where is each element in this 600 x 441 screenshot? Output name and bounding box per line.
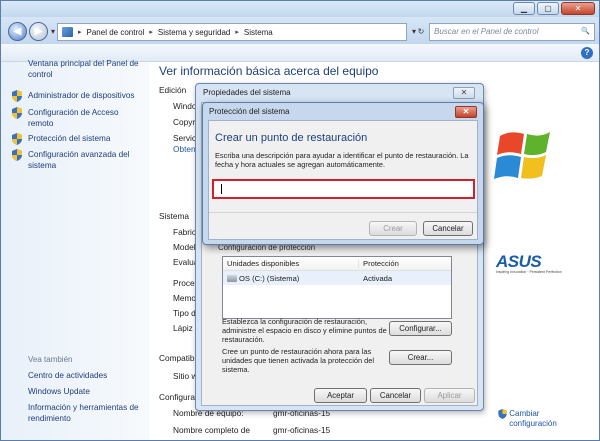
sidebar-item-device-manager[interactable]: Administrador de dispositivos — [12, 90, 144, 102]
see-also-performance[interactable]: Información y herramientas de rendimient… — [28, 402, 144, 424]
breadcrumb-separator-icon: ▸ — [78, 29, 82, 36]
search-placeholder: Buscar en el Panel de control — [434, 27, 539, 36]
system-heading: Sistema — [159, 211, 189, 221]
sidebar-item-remote-access[interactable]: Configuración de Acceso remoto — [12, 107, 144, 129]
see-also-heading: Vea también — [28, 355, 73, 364]
shield-icon — [12, 149, 22, 161]
sidebar-home-link[interactable]: Ventana principal del Panel de control — [28, 58, 144, 80]
text-caret — [221, 184, 222, 194]
shield-icon — [12, 107, 22, 119]
dialog-close-button[interactable]: ✕ — [453, 87, 475, 99]
restore-point-description-input[interactable] — [212, 179, 475, 199]
dialog-body: Crear un punto de restauración Escriba u… — [208, 120, 478, 240]
sidebar-item-advanced-settings[interactable]: Configuración avanzada del sistema — [12, 149, 144, 171]
system-row: Model — [173, 242, 196, 252]
apply-button[interactable]: Aplicar — [424, 388, 475, 403]
shield-icon — [12, 90, 22, 102]
dialog-close-button[interactable]: ✕ — [455, 106, 477, 118]
search-icon[interactable]: 🔍 — [581, 27, 590, 37]
minimize-button[interactable]: ▁ — [513, 2, 535, 15]
see-also-windows-update[interactable]: Windows Update — [28, 386, 144, 397]
close-button[interactable]: ✕ — [561, 2, 595, 15]
search-input[interactable]: Buscar en el Panel de control 🔍 — [429, 23, 595, 41]
create-restore-button[interactable]: Crear... — [389, 350, 452, 365]
page-title: Ver información básica acerca del equipo — [159, 64, 379, 78]
list-item[interactable]: OS (C:) (Sistema) Activada — [223, 271, 451, 285]
full-name-label: Nombre completo de — [173, 425, 251, 435]
shield-icon — [498, 409, 507, 419]
list-header: Unidades disponibles Protección — [223, 257, 451, 271]
maximize-button[interactable]: ▢ — [537, 2, 559, 15]
drives-list[interactable]: Unidades disponibles Protección OS (C:) … — [222, 256, 452, 319]
config-heading: Configura — [159, 392, 195, 402]
get-more-link[interactable]: Obten — [173, 144, 196, 154]
drive-name: OS (C:) (Sistema) — [239, 273, 300, 283]
breadcrumb-separator-icon: ▸ — [149, 29, 153, 36]
ok-button[interactable]: Aceptar — [314, 388, 367, 403]
column-header-drives[interactable]: Unidades disponibles — [223, 259, 359, 268]
control-panel-icon — [62, 27, 73, 37]
system-row: Tipo d — [173, 308, 196, 318]
asus-logo-text: ASUS — [496, 252, 542, 271]
windows-logo-icon — [490, 125, 566, 189]
create-description: Cree un punto de restauración ahora para… — [222, 347, 375, 374]
configure-description: Establezca la configuración de restaurac… — [222, 317, 387, 344]
dialog-title: Propiedades del sistema — [203, 88, 291, 97]
help-icon[interactable]: ? — [581, 47, 593, 59]
refresh-icon[interactable]: ↻ — [415, 23, 427, 41]
configure-button[interactable]: Configurar... — [389, 321, 452, 336]
dialog-heading: Crear un punto de restauración — [215, 132, 368, 144]
divider — [209, 212, 477, 213]
system-row: Memo — [173, 293, 197, 303]
back-button[interactable]: ◀ — [8, 22, 27, 41]
navigation-bar: ◀ ▶ ▾ ▸ Panel de control ▸ Sistema y seg… — [1, 17, 599, 44]
full-name-value: gmr-oficinas-15 — [273, 425, 331, 435]
sidebar-item-label: Configuración de Acceso remoto — [28, 108, 119, 128]
sidebar: Ventana principal del Panel de control A… — [1, 59, 149, 440]
breadcrumb-sistema[interactable]: Sistema — [244, 28, 273, 37]
drive-icon — [227, 274, 237, 282]
address-bar[interactable]: ▸ Panel de control ▸ Sistema y seguridad… — [57, 23, 407, 41]
asus-tagline: Inspiring Innovation · Persistent Perfec… — [496, 270, 562, 274]
sidebar-item-label: Configuración avanzada del sistema — [28, 150, 130, 170]
forward-button[interactable]: ▶ — [29, 22, 48, 41]
shield-icon — [12, 133, 22, 145]
change-settings-label: Cambiar configuración — [509, 409, 557, 428]
title-bar: ▁ ▢ ✕ — [1, 1, 599, 17]
compat-heading: Compatib — [159, 353, 195, 363]
sidebar-item-label: Protección del sistema — [28, 134, 111, 143]
drive-protection-status: Activada — [363, 273, 393, 283]
breadcrumb-separator-icon: ▸ — [235, 29, 239, 36]
sidebar-item-system-protection[interactable]: Protección del sistema — [12, 133, 144, 145]
breadcrumb-panel-de-control[interactable]: Panel de control — [87, 28, 145, 37]
cancel-button[interactable]: Cancelar — [370, 388, 421, 403]
breadcrumb-sistema-y-seguridad[interactable]: Sistema y seguridad — [158, 28, 230, 37]
change-settings-link[interactable]: Cambiar configuración — [498, 409, 569, 429]
edition-row: Windo — [173, 101, 197, 111]
asus-logo: ASUS Inspiring Innovation · Persistent P… — [496, 252, 562, 274]
edition-heading: Edición — [159, 85, 187, 95]
system-protection-dialog: Protección del sistema ✕ Crear un punto … — [202, 102, 484, 245]
sidebar-item-label: Administrador de dispositivos — [28, 91, 135, 100]
cancel-button[interactable]: Cancelar — [423, 221, 473, 236]
edition-row: Copyri — [173, 117, 197, 127]
create-button[interactable]: Crear — [369, 221, 417, 236]
dialog-description: Escriba una descripción para ayudar a id… — [215, 151, 469, 169]
dialog-title: Protección del sistema — [209, 107, 290, 116]
column-header-protection[interactable]: Protección — [359, 259, 399, 268]
compat-row: Sitio w — [173, 371, 198, 381]
see-also-action-center[interactable]: Centro de actividades — [28, 370, 144, 381]
